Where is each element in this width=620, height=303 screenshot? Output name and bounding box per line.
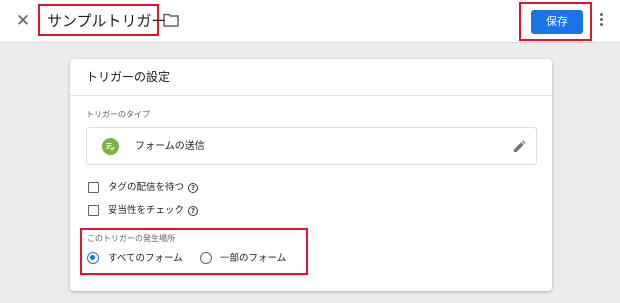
check-validation-checkbox[interactable] [88, 205, 99, 216]
some-forms-radio[interactable] [200, 252, 212, 264]
trigger-type-label: トリガーのタイプ [86, 110, 150, 119]
trigger-type-name: フォームの送信 [135, 141, 205, 152]
fire-condition-label: このトリガーの発生場所 [87, 234, 175, 243]
top-bar: ✕ サンプルトリガー 保存 [0, 0, 620, 43]
option-check-validation: 妥当性をチェック ? [88, 203, 228, 219]
trigger-type-selector[interactable]: フォームの送信 [86, 127, 537, 165]
edit-pencil-icon[interactable] [512, 140, 526, 154]
trigger-title[interactable]: サンプルトリガー [47, 11, 167, 31]
some-forms-label[interactable]: 一部のフォーム [220, 253, 286, 265]
title-highlight: サンプルトリガー [38, 4, 167, 36]
save-button[interactable]: 保存 [531, 10, 583, 34]
fire-condition-highlight: このトリガーの発生場所 すべてのフォーム 一部のフォーム [80, 228, 308, 275]
help-icon[interactable]: ? [188, 206, 198, 216]
help-icon[interactable]: ? [188, 183, 198, 193]
form-submit-icon [102, 138, 119, 155]
divider [70, 95, 552, 96]
option-wait-for-tags: タグの配信を待つ ? [88, 180, 228, 196]
card-title: トリガーの設定 [86, 70, 171, 84]
wait-for-tags-checkbox[interactable] [88, 182, 99, 193]
folder-icon[interactable] [163, 13, 179, 27]
all-forms-radio[interactable] [87, 252, 99, 264]
wait-for-tags-label[interactable]: タグの配信を待つ [108, 182, 184, 194]
check-validation-label[interactable]: 妥当性をチェック [108, 205, 184, 217]
close-icon[interactable]: ✕ [13, 11, 33, 31]
save-highlight: 保存 [519, 2, 592, 41]
more-vert-icon[interactable] [597, 13, 605, 29]
all-forms-label[interactable]: すべてのフォーム [108, 253, 183, 265]
